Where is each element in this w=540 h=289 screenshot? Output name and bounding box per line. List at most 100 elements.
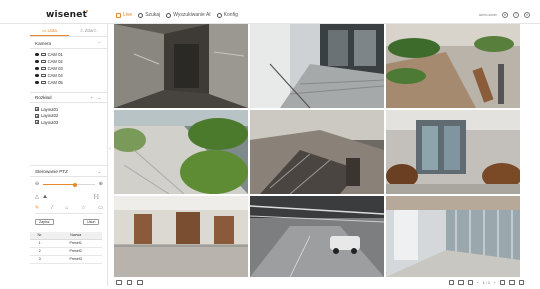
export-icon[interactable] bbox=[126, 280, 132, 285]
divider bbox=[30, 176, 108, 177]
shape-icon[interactable]: ⌂ bbox=[65, 205, 68, 211]
camera-feed bbox=[114, 196, 248, 277]
fullscreen-icon[interactable] bbox=[518, 280, 524, 285]
zoom-slider-fill bbox=[43, 184, 76, 185]
divider bbox=[30, 92, 108, 93]
monitor-icon bbox=[116, 12, 121, 18]
nav-search[interactable]: Szukaj bbox=[138, 12, 160, 18]
chevron-down-icon[interactable]: ⌄ bbox=[98, 95, 101, 100]
camera-icon bbox=[40, 81, 46, 84]
pen-icon[interactable]: ✎ bbox=[35, 205, 39, 211]
sequence-icon[interactable] bbox=[116, 280, 122, 285]
help-icon[interactable]: ? bbox=[513, 12, 519, 18]
tile-rooftop-garden[interactable] bbox=[386, 24, 520, 108]
tile-parking-garage[interactable] bbox=[250, 196, 384, 277]
add-layout-button[interactable]: + bbox=[91, 95, 93, 100]
preset-save-button[interactable]: Zapisz bbox=[35, 219, 54, 225]
focus-far-icon[interactable]: ⛰ bbox=[43, 194, 47, 200]
main-nav: Live Szukaj Wyszukiwanie AI Konfig bbox=[116, 12, 238, 18]
table-row[interactable]: 1 Preset1 bbox=[30, 239, 102, 248]
zoom-in-icon[interactable]: ⊕ bbox=[99, 181, 103, 187]
col-name: Nazwa bbox=[49, 232, 102, 240]
tab-list[interactable]: ▭ Lista bbox=[30, 27, 69, 36]
gear-icon bbox=[216, 12, 222, 18]
camera-feed bbox=[386, 196, 520, 277]
menu-icon[interactable]: ≡ bbox=[524, 12, 530, 18]
camera-feed bbox=[250, 24, 384, 108]
table-row[interactable]: 3 Preset3 bbox=[30, 255, 102, 264]
prev-page-icon[interactable]: ‹ bbox=[477, 280, 478, 285]
bottom-toolbar: ‹ 1 / 1 › bbox=[114, 278, 524, 288]
brush-icon[interactable]: ⁄ bbox=[52, 205, 53, 211]
layout-grid-icon bbox=[35, 107, 39, 112]
camera-feed bbox=[114, 24, 248, 108]
camera-icon bbox=[40, 53, 46, 56]
nav-live[interactable]: Live bbox=[116, 12, 132, 18]
snapshot-icon[interactable] bbox=[137, 280, 143, 285]
tile-building-entrance[interactable] bbox=[386, 110, 520, 194]
user-label: admin.admin bbox=[478, 13, 497, 17]
layout-item-03[interactable]: Layout03 bbox=[35, 119, 58, 126]
camera-icon bbox=[40, 60, 46, 63]
sidebar-tabs: ▭ Lista ⚠ Zdarz. bbox=[30, 27, 108, 37]
camera-item-cam04[interactable]: CAM 04 bbox=[35, 72, 63, 79]
tile-stairwell[interactable] bbox=[250, 24, 384, 108]
auto-focus-icon[interactable]: [◦] bbox=[94, 194, 99, 200]
nav-ai-search[interactable]: Wyszukiwanie AI bbox=[166, 12, 211, 18]
sidebar-collapse-handle[interactable]: ‹ bbox=[109, 146, 111, 152]
info-icon[interactable] bbox=[467, 280, 474, 285]
camera-feed bbox=[386, 110, 520, 194]
table-row[interactable]: 2 Preset2 bbox=[30, 247, 102, 256]
camera-icon bbox=[40, 67, 46, 70]
layout-section-title: Rozkład bbox=[35, 95, 52, 100]
preset-delete-button[interactable]: Usuń bbox=[83, 219, 100, 225]
video-grid bbox=[114, 24, 520, 277]
preset-table: Nr. Nazwa 1 Preset1 2 Preset2 3 Preset3 bbox=[30, 232, 102, 264]
next-page-icon[interactable]: › bbox=[494, 280, 495, 285]
top-header: wisenet Live Szukaj Wyszukiwanie AI Konf… bbox=[0, 0, 540, 24]
zoom-slider-handle[interactable] bbox=[73, 182, 78, 187]
tile-glass-corridor[interactable] bbox=[386, 196, 520, 277]
ptz-focus-icons: △ ⛰ bbox=[35, 194, 47, 200]
divider bbox=[30, 165, 108, 166]
ai-search-icon bbox=[166, 12, 172, 18]
zoom-out-icon[interactable]: ⊖ bbox=[35, 181, 39, 187]
chevron-down-icon[interactable]: ⌄ bbox=[98, 169, 101, 174]
preset-table-header: Nr. Nazwa bbox=[30, 232, 102, 240]
camera-item-cam01[interactable]: CAM 01 bbox=[35, 51, 63, 58]
record-icon[interactable] bbox=[458, 280, 464, 285]
camera-list: CAM 01 CAM 02 CAM 03 CAM 04 CAM 05 bbox=[35, 51, 63, 86]
col-number: Nr. bbox=[30, 232, 50, 240]
tab-events[interactable]: ⚠ Zdarz. bbox=[69, 27, 108, 36]
camera-status-icon bbox=[35, 80, 39, 85]
ptz-section-title: Sterowanie PTZ bbox=[35, 169, 68, 174]
user-icon[interactable]: ● bbox=[502, 12, 508, 18]
tile-outdoor-steps[interactable] bbox=[114, 110, 248, 194]
tile-elevator-lobby[interactable] bbox=[114, 24, 248, 108]
ptz-toolbar: ✎ ⁄ ⌂ ☆ ▭ bbox=[35, 205, 103, 214]
layout-list: Layout01 Layout02 Layout03 bbox=[35, 106, 58, 126]
aspect-ratio-icon[interactable] bbox=[509, 280, 515, 285]
camera-status-icon bbox=[35, 59, 39, 64]
camera-feed bbox=[386, 24, 520, 108]
camera-item-cam02[interactable]: CAM 02 bbox=[35, 58, 63, 65]
folder-icon[interactable]: ▭ bbox=[98, 205, 103, 211]
camera-feed bbox=[114, 110, 248, 194]
camera-icon bbox=[40, 74, 46, 77]
camera-section-title: Kamera bbox=[35, 41, 52, 46]
star-icon[interactable]: ☆ bbox=[81, 205, 85, 211]
camera-item-cam05[interactable]: CAM 05 bbox=[35, 79, 63, 86]
camera-item-cam03[interactable]: CAM 03 bbox=[35, 65, 63, 72]
audio-icon[interactable] bbox=[448, 280, 455, 285]
focus-near-icon[interactable]: △ bbox=[35, 194, 39, 200]
divider bbox=[30, 48, 108, 49]
zoom-slider[interactable] bbox=[43, 182, 95, 187]
bottom-right-tools: ‹ 1 / 1 › bbox=[448, 280, 524, 285]
grid-layout-icon[interactable] bbox=[499, 280, 505, 285]
layout-grid-icon bbox=[35, 120, 39, 125]
tile-escalator[interactable] bbox=[250, 110, 384, 194]
chevron-up-icon[interactable]: ⌃ bbox=[98, 41, 101, 46]
nav-config[interactable]: Konfig bbox=[216, 12, 238, 18]
tile-office-hall[interactable] bbox=[114, 196, 248, 277]
layout-grid-icon bbox=[35, 113, 39, 118]
